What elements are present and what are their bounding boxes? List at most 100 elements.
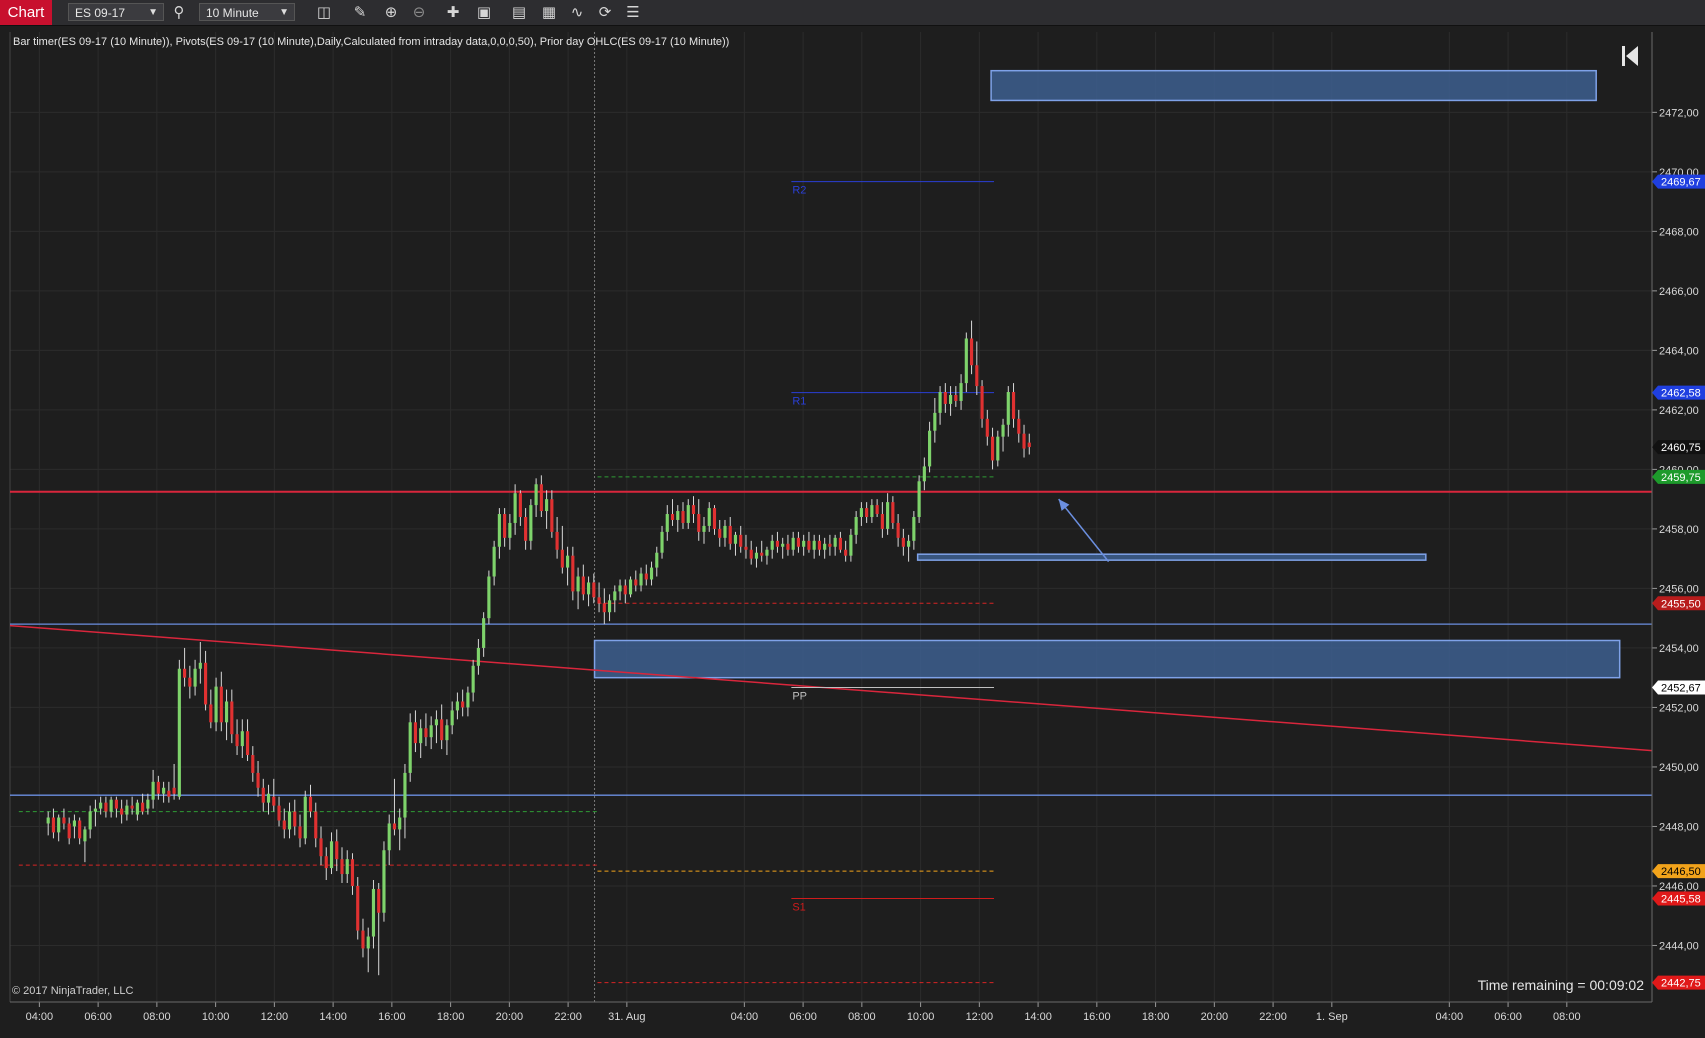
candle-body	[765, 549, 769, 556]
search-icon[interactable]: ⚲	[168, 2, 190, 23]
candle-body	[928, 430, 932, 467]
interval-selector[interactable]: 10 Minute ▼	[199, 3, 295, 21]
candle-body	[859, 508, 863, 517]
candle-body	[581, 576, 585, 595]
candle-body	[949, 395, 953, 404]
x-tick-label: 06:00	[1494, 1011, 1522, 1023]
candle-body	[224, 701, 229, 723]
candle-body	[639, 573, 643, 586]
candle-body	[969, 338, 974, 366]
x-tick-label: 18:00	[437, 1011, 465, 1023]
price-chart[interactable]: R2 R1 PP S1 2444,00 2446,00 2448,00 2450,00 245…	[0, 26, 1705, 1033]
candle-body	[193, 668, 197, 687]
candle-body	[796, 537, 801, 547]
y-tick-label: 2446,00	[1659, 881, 1699, 893]
candle-body	[167, 790, 171, 797]
drawing-pencil-icon[interactable]: ✎	[349, 2, 371, 23]
candle-body	[230, 701, 234, 735]
bars-type-icon[interactable]: ◫	[313, 2, 335, 23]
price-marker-label: 2455,50	[1661, 598, 1701, 610]
properties-icon[interactable]: ☰	[622, 2, 644, 23]
x-tick-label: 10:00	[202, 1011, 230, 1023]
candle-body	[838, 537, 842, 550]
chart-trader-icon[interactable]: ▤	[508, 2, 530, 23]
price-marker: 2452,67	[1652, 680, 1705, 695]
candle-body	[566, 555, 570, 568]
candle-body	[114, 799, 118, 809]
candle-body	[466, 692, 470, 708]
candle-body	[188, 677, 192, 687]
chart-area[interactable]: R2 R1 PP S1 2444,00 2446,00 2448,00 2450,00 245…	[0, 26, 1705, 1033]
candle-body	[828, 543, 832, 547]
y-tick-label: 2454,00	[1659, 643, 1699, 655]
candle-body	[109, 799, 113, 812]
candle-body	[361, 930, 365, 949]
x-tick-label: 1. Sep	[1316, 1011, 1348, 1023]
candle-body	[550, 499, 554, 532]
chart-tab[interactable]: Chart	[0, 0, 52, 25]
candle-body	[88, 811, 92, 830]
candle-body	[907, 540, 911, 547]
candle-body	[209, 704, 213, 723]
x-tick-label: 18:00	[1142, 1011, 1170, 1023]
candle-body	[266, 793, 271, 803]
candle-body	[691, 505, 696, 515]
reload-icon[interactable]: ⟳	[594, 2, 616, 23]
candle-body	[1011, 392, 1016, 419]
candle-body	[597, 597, 601, 604]
x-tick-label: 08:00	[143, 1011, 171, 1023]
candle-body	[718, 528, 722, 538]
candle-body	[93, 808, 97, 812]
candle-body	[912, 517, 916, 541]
candle-body	[398, 817, 402, 830]
candle-body	[791, 537, 795, 550]
candle-body	[545, 499, 549, 512]
zoom-out-icon[interactable]: ⊖	[408, 2, 430, 23]
candle-body	[298, 826, 302, 839]
candle-body	[476, 647, 480, 666]
candle-body	[823, 543, 827, 550]
candle-body	[151, 781, 155, 800]
pivot-label: R2	[792, 185, 806, 197]
x-tick-label: 20:00	[1201, 1011, 1229, 1023]
candle-body	[78, 820, 82, 839]
candle-body	[308, 796, 313, 812]
strategy-icon[interactable]: ∿	[566, 2, 588, 23]
candle-body	[733, 534, 738, 544]
candle-body	[240, 731, 244, 747]
candle-body	[183, 668, 187, 678]
candle-body	[130, 805, 134, 809]
template-icon[interactable]: ▦	[538, 2, 560, 23]
crosshair-icon[interactable]: ✚	[442, 2, 464, 23]
y-tick-label: 2468,00	[1659, 226, 1699, 238]
candle-body	[980, 386, 984, 419]
candle-body	[156, 781, 160, 794]
candle-body	[933, 412, 937, 431]
candle-body	[618, 585, 622, 592]
candle-body	[576, 576, 580, 592]
candle-body	[135, 802, 139, 815]
y-tick-label: 2450,00	[1659, 762, 1699, 774]
x-tick-label: 10:00	[907, 1011, 935, 1023]
price-marker-label: 2446,50	[1661, 866, 1701, 878]
candle-body	[802, 540, 806, 547]
pivot-label: PP	[792, 690, 807, 702]
zone-rectangle	[916, 553, 1427, 561]
candle-body	[172, 787, 176, 794]
candle-body	[844, 549, 848, 556]
x-tick-label: 04:00	[1436, 1011, 1464, 1023]
candle-body	[282, 820, 286, 830]
zone-rectangle	[593, 639, 1621, 679]
data-box-icon[interactable]: ▣	[473, 2, 495, 23]
x-tick-label: 31. Aug	[608, 1011, 645, 1023]
candle-body	[660, 531, 664, 553]
candle-body	[959, 383, 963, 401]
candle-body	[555, 531, 559, 550]
candle-body	[162, 787, 166, 794]
zoom-in-icon[interactable]: ⊕	[380, 2, 402, 23]
price-marker-label: 2469,67	[1661, 177, 1701, 189]
price-marker: 2445,58	[1652, 891, 1705, 906]
candle-body	[676, 511, 680, 520]
candle-body	[996, 436, 1000, 461]
instrument-selector[interactable]: ES 09-17 ▼	[68, 3, 164, 21]
